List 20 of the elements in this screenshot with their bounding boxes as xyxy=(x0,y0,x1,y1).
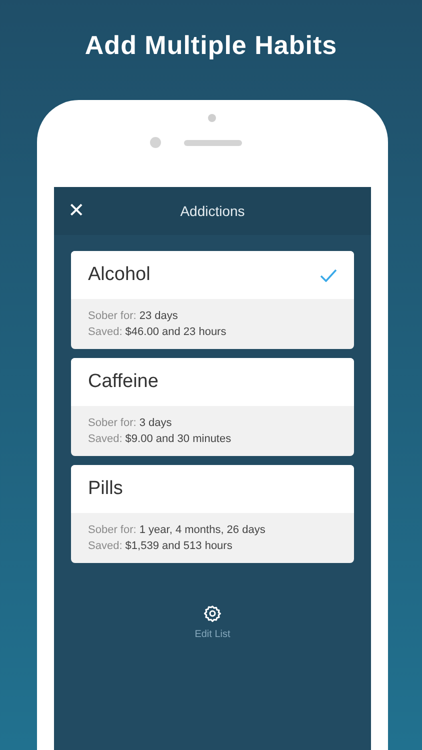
camera-dot xyxy=(150,137,161,148)
speaker-slot xyxy=(184,140,242,146)
headline: Add Multiple Habits xyxy=(84,29,338,62)
habit-name: Caffeine xyxy=(88,370,158,394)
savings-text: Saved: $1,539 and 513 hours xyxy=(88,539,234,554)
sober-duration: Sober for: 1 year, 4 months, 26 days xyxy=(88,523,266,538)
habit-name: Alcohol xyxy=(88,262,150,287)
savings-text: Saved: $46.00 and 23 hours xyxy=(88,325,228,340)
sober-duration: Sober for: 23 days xyxy=(88,309,179,324)
close-button[interactable]: ✕ xyxy=(68,201,85,221)
nav-title: Addictions xyxy=(180,202,245,220)
sober-duration: Sober for: 3 days xyxy=(88,416,173,431)
sensor-dot xyxy=(208,114,216,122)
savings-text: Saved: $9.00 and 30 minutes xyxy=(88,432,232,447)
habit-card[interactable]: Caffeine Sober for: 3 days Saved: $9.00 and 30 minutes xyxy=(71,358,354,456)
edit-list-button[interactable]: Edit List xyxy=(194,626,232,643)
habit-card[interactable]: Pills Sober for: 1 year, 4 months, 26 days Saved: $1,539 and 513 hours xyxy=(71,465,354,563)
habit-card[interactable]: Alcohol Sober for: 23 days Saved: $46.00 and 23 hours xyxy=(71,251,354,349)
settings-icon[interactable] xyxy=(204,605,221,622)
habit-name: Pills xyxy=(88,476,123,501)
